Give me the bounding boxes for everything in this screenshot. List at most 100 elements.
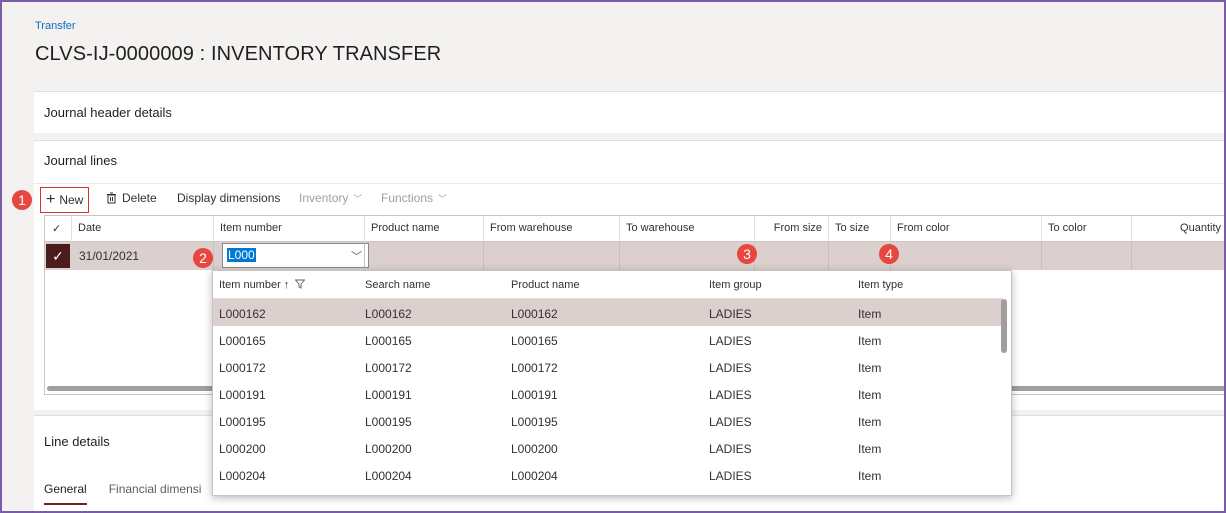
table-row[interactable]: ✓ 31/01/2021 L000 ﹀ (45, 242, 1224, 270)
lookup-cell: L000195 (365, 415, 412, 429)
divider (828, 242, 829, 270)
lookup-cell: L000191 (511, 388, 558, 402)
page-title: CLVS-IJ-0000009 : INVENTORY TRANSFER (35, 43, 442, 65)
functions-menu[interactable]: Functions ﹀ (381, 191, 447, 205)
section-title: Line details (44, 434, 110, 449)
tab-general[interactable]: General (44, 482, 87, 505)
delete-button[interactable]: Delete (106, 191, 157, 205)
callout-marker: 2 (193, 248, 213, 268)
journal-header-details-section[interactable]: Journal header details (34, 91, 1224, 133)
date-cell[interactable]: 31/01/2021 (79, 249, 139, 263)
list-item[interactable]: L000191 L000191 L000191 LADIES Item (213, 380, 1003, 407)
lookup-cell: L000162 (365, 307, 412, 321)
display-dimensions-label: Display dimensions (177, 191, 281, 205)
lookup-cell: L000200 (511, 442, 558, 456)
lookup-cell: L000200 (219, 442, 266, 456)
lookup-cell: LADIES (709, 469, 752, 483)
tab-bar: General Financial dimensi (44, 482, 201, 505)
lookup-cell: Item (858, 469, 882, 483)
functions-label: Functions (381, 191, 434, 205)
list-item[interactable]: L000200 L000200 L000200 LADIES Item (213, 434, 1003, 461)
page: Transfer CLVS-IJ-0000009 : INVENTORY TRA… (0, 0, 1226, 513)
lookup-cell: L000195 (511, 415, 558, 429)
column-header-from-warehouse[interactable]: From warehouse (483, 216, 619, 242)
toolbar: + New Delete Display dimensions Inventor… (34, 185, 1224, 215)
trash-icon (107, 192, 116, 204)
grid-header: ✓ Date Item number Product name From war… (45, 216, 1224, 242)
inventory-menu[interactable]: Inventory ﹀ (299, 191, 362, 205)
lookup-cell: L000200 (365, 442, 412, 456)
new-button-label: New (59, 193, 84, 207)
lookup-cell: L000162 (219, 307, 266, 321)
lookup-cell: Item (858, 442, 882, 456)
divider (213, 242, 214, 270)
row-checkbox[interactable]: ✓ (46, 244, 70, 268)
divider (364, 242, 365, 270)
display-dimensions-button[interactable]: Display dimensions (177, 191, 280, 205)
lookup-cell: LADIES (709, 442, 752, 456)
chevron-down-icon[interactable]: ﹀ (351, 248, 362, 264)
lookup-cell: LADIES (709, 334, 752, 348)
lookup-column-item-group[interactable]: Item group (709, 279, 762, 291)
lookup-cell: L000162 (511, 307, 558, 321)
lookup-cell: Item (858, 361, 882, 375)
chevron-down-icon: ﹀ (438, 193, 448, 204)
lookup-cell: L000172 (511, 361, 558, 375)
column-header-date[interactable]: Date (71, 216, 213, 242)
column-header-to-size[interactable]: To size (828, 216, 890, 242)
column-header-item-number[interactable]: Item number (213, 216, 364, 242)
lookup-cell: L000191 (365, 388, 412, 402)
lookup-cell: L000191 (219, 388, 266, 402)
lookup-cell: LADIES (709, 415, 752, 429)
list-item[interactable]: L000165 L000165 L000165 LADIES Item (213, 326, 1003, 353)
lookup-cell: Item (858, 334, 882, 348)
lookup-column-label: Item number ↑ (219, 279, 290, 291)
item-lookup-dropdown[interactable]: Item number ↑ Search name Product name I… (212, 270, 1012, 496)
chevron-down-icon: ﹀ (353, 193, 363, 204)
column-header-to-color[interactable]: To color (1041, 216, 1131, 242)
tab-financial-dimensions[interactable]: Financial dimensi (109, 482, 202, 505)
lookup-cell: L000204 (511, 469, 558, 483)
item-number-value: L000 (227, 248, 256, 262)
lookup-cell: L000172 (365, 361, 412, 375)
list-item[interactable]: L000204 L000204 L000204 LADIES Item (213, 461, 1003, 488)
callout-marker: 4 (879, 244, 899, 264)
lookup-cell: LADIES (709, 388, 752, 402)
lookup-cell: LADIES (709, 361, 752, 375)
column-header-from-size[interactable]: From size (754, 216, 828, 242)
lookup-cell: L000204 (219, 469, 266, 483)
lookup-cell: L000172 (219, 361, 266, 375)
lookup-cell: L000195 (219, 415, 266, 429)
lookup-cell: L000204 (365, 469, 412, 483)
divider (483, 242, 484, 270)
vertical-scrollbar[interactable] (1001, 299, 1007, 353)
lookup-column-item-type[interactable]: Item type (858, 279, 903, 291)
list-item[interactable]: L000162 L000162 L000162 LADIES Item (213, 299, 1003, 326)
divider (1131, 242, 1132, 270)
column-header-quantity[interactable]: Quantity (1131, 216, 1224, 242)
lookup-cell: Item (858, 307, 882, 321)
lookup-cell: L000165 (219, 334, 266, 348)
item-number-input[interactable]: L000 ﹀ (222, 243, 369, 268)
plus-icon: + (46, 191, 56, 208)
lookup-column-item-number[interactable]: Item number ↑ (219, 279, 306, 291)
select-all-checkbox[interactable]: ✓ (45, 216, 71, 242)
divider (1041, 242, 1042, 270)
section-title: Journal header details (44, 105, 172, 120)
column-header-product-name[interactable]: Product name (364, 216, 483, 242)
lookup-header: Item number ↑ Search name Product name I… (213, 271, 1003, 299)
callout-marker: 1 (12, 190, 32, 210)
lookup-column-search-name[interactable]: Search name (365, 279, 430, 291)
breadcrumb[interactable]: Transfer (35, 20, 76, 32)
list-item[interactable]: L000172 L000172 L000172 LADIES Item (213, 353, 1003, 380)
lookup-column-product-name[interactable]: Product name (511, 279, 579, 291)
section-title: Journal lines (44, 153, 117, 168)
lookup-cell: L000165 (511, 334, 558, 348)
filter-icon[interactable] (294, 279, 306, 289)
new-button[interactable]: + New (40, 187, 90, 213)
list-item[interactable]: L000195 L000195 L000195 LADIES Item (213, 407, 1003, 434)
delete-button-label: Delete (122, 191, 157, 205)
divider (619, 242, 620, 270)
column-header-to-warehouse[interactable]: To warehouse (619, 216, 754, 242)
column-header-from-color[interactable]: From color (890, 216, 1041, 242)
